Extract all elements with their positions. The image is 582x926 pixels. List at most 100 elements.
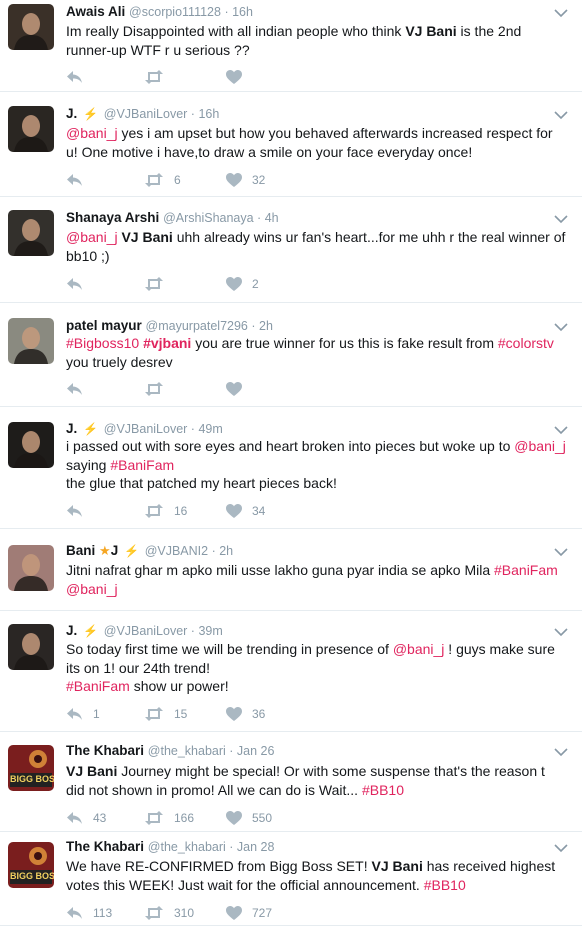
retweet-button[interactable]: 16: [144, 502, 187, 520]
author-handle[interactable]: @ArshiShanaya: [163, 211, 254, 225]
tweet[interactable]: Bani ★J ⚡ @VJBANI2 · 2h Jitni nafrat ghar…: [0, 529, 582, 611]
retweet-button[interactable]: [144, 275, 164, 293]
like-button[interactable]: 36: [226, 705, 265, 723]
avatar[interactable]: [8, 318, 54, 364]
chevron-down-icon[interactable]: [554, 321, 568, 332]
retweet-button[interactable]: 6: [144, 171, 181, 189]
retweet-button[interactable]: 166: [144, 809, 194, 827]
retweet-button[interactable]: [144, 68, 164, 86]
retweet-button[interactable]: 310: [144, 904, 194, 922]
timestamp[interactable]: 49m: [198, 422, 222, 436]
reply-icon: [66, 906, 83, 920]
tweet[interactable]: Shanaya Arshi @ArshiShanaya · 4h @bani_j …: [0, 197, 582, 303]
tweet[interactable]: Awais Ali @scorpio111128 · 16h Im really …: [0, 0, 582, 92]
like-button[interactable]: 32: [226, 171, 265, 189]
retweet-button[interactable]: [144, 380, 164, 398]
author-name[interactable]: Awais Ali: [66, 4, 125, 19]
avatar[interactable]: [8, 4, 54, 50]
reply-button[interactable]: 43: [66, 809, 106, 827]
timestamp[interactable]: 16h: [198, 107, 219, 121]
text-segment: Im really Disappointed with all indian p…: [66, 23, 406, 39]
author-name[interactable]: patel mayur: [66, 318, 142, 333]
chevron-down-icon[interactable]: [554, 7, 568, 18]
mention-link[interactable]: @bani_j: [514, 438, 566, 454]
hashtag-link[interactable]: #colorstv: [498, 335, 554, 351]
reply-button[interactable]: [66, 171, 83, 189]
retweet-icon: [144, 707, 164, 721]
timestamp[interactable]: Jan 28: [237, 840, 275, 854]
like-button[interactable]: 34: [226, 502, 265, 520]
separator-dot: ·: [187, 107, 199, 121]
mention-link[interactable]: @bani_j: [66, 125, 118, 141]
hashtag-link[interactable]: #Bigboss10: [66, 335, 139, 351]
like-button[interactable]: 2: [226, 275, 259, 293]
heart-icon: [226, 906, 242, 920]
timestamp[interactable]: 4h: [265, 211, 279, 225]
chevron-down-icon[interactable]: [554, 546, 568, 557]
hashtag-link[interactable]: #BaniFam: [66, 678, 130, 694]
author-handle[interactable]: @scorpio111128: [129, 5, 221, 19]
like-button[interactable]: [226, 380, 242, 398]
tweet[interactable]: J. ⚡ @VJBaniLover · 39m So today first ti…: [0, 611, 582, 732]
hashtag-link[interactable]: #BaniFam: [494, 562, 558, 578]
avatar[interactable]: BIGG BOSS: [8, 842, 54, 888]
reply-button[interactable]: [66, 380, 83, 398]
avatar[interactable]: BIGG BOSS: [8, 745, 54, 791]
chevron-down-icon[interactable]: [554, 626, 568, 637]
avatar[interactable]: [8, 422, 54, 468]
author-name-suffix[interactable]: J: [111, 543, 119, 558]
avatar[interactable]: [8, 624, 54, 670]
chevron-down-icon[interactable]: [554, 842, 568, 853]
author-handle[interactable]: @VJBaniLover: [104, 107, 188, 121]
author-handle[interactable]: @the_khabari: [148, 840, 226, 854]
tweet[interactable]: patel mayur @mayurpatel7296 · 2h #Bigboss…: [0, 303, 582, 407]
author-name[interactable]: The Khabari: [66, 743, 144, 758]
timestamp[interactable]: Jan 26: [237, 744, 275, 758]
reply-button[interactable]: [66, 275, 83, 293]
tweet-header: The Khabari @the_khabari · Jan 28: [66, 839, 274, 855]
author-handle[interactable]: @VJBaniLover: [104, 422, 188, 436]
author-name[interactable]: J.: [66, 421, 77, 436]
tweet[interactable]: J. ⚡ @VJBaniLover · 16h @bani_j yes i am …: [0, 92, 582, 197]
author-name[interactable]: J.: [66, 106, 77, 121]
like-button[interactable]: 727: [226, 904, 272, 922]
author-name[interactable]: Bani: [66, 543, 95, 558]
mention-link[interactable]: @bani_j: [66, 581, 118, 597]
tweet[interactable]: BIGG BOSS The Khabari @the_khabari · Jan …: [0, 732, 582, 832]
chevron-down-icon[interactable]: [554, 213, 568, 224]
reply-button[interactable]: 1: [66, 705, 100, 723]
author-name[interactable]: J.: [66, 623, 77, 638]
avatar[interactable]: [8, 210, 54, 256]
like-button[interactable]: 550: [226, 809, 272, 827]
timestamp[interactable]: 2h: [219, 544, 233, 558]
mention-link[interactable]: @bani_j: [66, 229, 118, 245]
hashtag-link[interactable]: #BB10: [424, 877, 466, 893]
author-handle[interactable]: @VJBANI2: [145, 544, 208, 558]
mention-link[interactable]: @bani_j: [393, 641, 445, 657]
hashtag-link[interactable]: #vjbani: [143, 335, 191, 351]
author-handle[interactable]: @mayurpatel7296: [146, 319, 248, 333]
avatar[interactable]: [8, 106, 54, 152]
tweet[interactable]: BIGG BOSS The Khabari @the_khabari · Jan …: [0, 832, 582, 926]
reply-button[interactable]: [66, 68, 83, 86]
tweet[interactable]: J. ⚡ @VJBaniLover · 49m i passed out with…: [0, 407, 582, 529]
timestamp[interactable]: 16h: [232, 5, 253, 19]
hashtag-link[interactable]: #BB10: [362, 782, 404, 798]
reply-button[interactable]: 113: [66, 904, 112, 922]
author-handle[interactable]: @the_khabari: [148, 744, 226, 758]
author-handle[interactable]: @VJBaniLover: [104, 624, 188, 638]
chevron-down-icon[interactable]: [554, 109, 568, 120]
tweet-feed: Awais Ali @scorpio111128 · 16h Im really …: [0, 0, 582, 926]
author-name[interactable]: Shanaya Arshi: [66, 210, 159, 225]
timestamp[interactable]: 2h: [259, 319, 273, 333]
chevron-down-icon[interactable]: [554, 424, 568, 435]
retweet-button[interactable]: 15: [144, 705, 187, 723]
timestamp[interactable]: 39m: [198, 624, 222, 638]
reply-button[interactable]: [66, 502, 83, 520]
author-name[interactable]: The Khabari: [66, 839, 144, 854]
text-segment: saying: [66, 456, 111, 473]
chevron-down-icon[interactable]: [554, 746, 568, 757]
like-button[interactable]: [226, 68, 242, 86]
avatar[interactable]: [8, 545, 54, 591]
hashtag-link[interactable]: #BaniFam: [110, 457, 174, 473]
